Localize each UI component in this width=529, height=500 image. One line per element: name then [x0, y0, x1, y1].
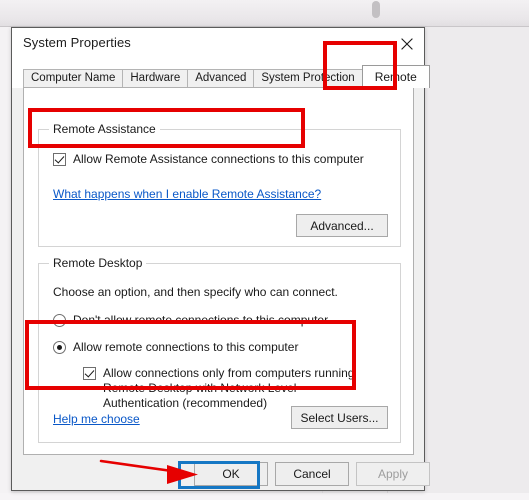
- close-icon[interactable]: [390, 28, 424, 59]
- radio-dont-allow-remote-connections[interactable]: Don't allow remote connections to this c…: [53, 313, 328, 328]
- tab-system-protection[interactable]: System Protection: [253, 69, 363, 88]
- select-users-button[interactable]: Select Users...: [291, 406, 388, 429]
- apply-button: Apply: [356, 462, 430, 486]
- tab-label: System Protection: [261, 72, 355, 85]
- help-me-choose-link[interactable]: Help me choose: [53, 412, 140, 426]
- tab-advanced[interactable]: Advanced: [187, 69, 255, 88]
- remote-desktop-group: Remote Desktop Choose an option, and the…: [38, 256, 401, 443]
- dialog-title: System Properties: [23, 35, 131, 50]
- radio-label: Don't allow remote connections to this c…: [73, 313, 329, 327]
- radio-label: Allow remote connections to this compute…: [73, 340, 299, 354]
- checkbox-icon: [53, 153, 66, 166]
- screen-root: System Properties Computer Name Hardware…: [0, 0, 529, 500]
- tab-remote[interactable]: Remote: [361, 65, 430, 88]
- background-bottom-strip: [0, 493, 529, 500]
- tab-strip: Computer Name Hardware Advanced System P…: [12, 59, 430, 88]
- nla-checkbox[interactable]: Allow connections only from computers ru…: [83, 366, 365, 411]
- radio-icon: [53, 314, 66, 327]
- desktop-background-left: [0, 27, 11, 500]
- checkbox-icon: [83, 367, 96, 380]
- allow-remote-assistance-label: Allow Remote Assistance connections to t…: [73, 152, 364, 166]
- cancel-button[interactable]: Cancel: [275, 462, 349, 486]
- tab-label: Hardware: [130, 72, 181, 85]
- radio-allow-remote-connections[interactable]: Allow remote connections to this compute…: [53, 340, 298, 355]
- remote-desktop-instruction: Choose an option, and then specify who c…: [53, 285, 338, 299]
- advanced-button[interactable]: Advanced...: [296, 214, 388, 237]
- tab-hardware[interactable]: Hardware: [122, 69, 189, 88]
- background-top-band: [0, 0, 529, 27]
- tab-computer-name[interactable]: Computer Name: [23, 69, 124, 88]
- radio-icon: [53, 341, 66, 354]
- background-scrollbar-thumb[interactable]: [372, 1, 380, 18]
- tab-label: Remote: [374, 70, 417, 84]
- tab-label: Advanced: [195, 72, 247, 85]
- remote-tab-page: Remote Assistance Allow Remote Assistanc…: [23, 87, 414, 455]
- nla-checkbox-label: Allow connections only from computers ru…: [103, 366, 355, 410]
- allow-remote-assistance-checkbox[interactable]: Allow Remote Assistance connections to t…: [53, 152, 364, 167]
- remote-assistance-group: Remote Assistance Allow Remote Assistanc…: [38, 122, 401, 247]
- dialog-titlebar[interactable]: System Properties: [12, 28, 424, 59]
- tab-label: Computer Name: [31, 72, 116, 85]
- system-properties-dialog: System Properties Computer Name Hardware…: [11, 27, 430, 491]
- what-happens-link[interactable]: What happens when I enable Remote Assist…: [53, 187, 321, 201]
- ok-button[interactable]: OK: [194, 462, 268, 486]
- remote-desktop-legend: Remote Desktop: [49, 256, 147, 270]
- remote-assistance-legend: Remote Assistance: [49, 122, 160, 136]
